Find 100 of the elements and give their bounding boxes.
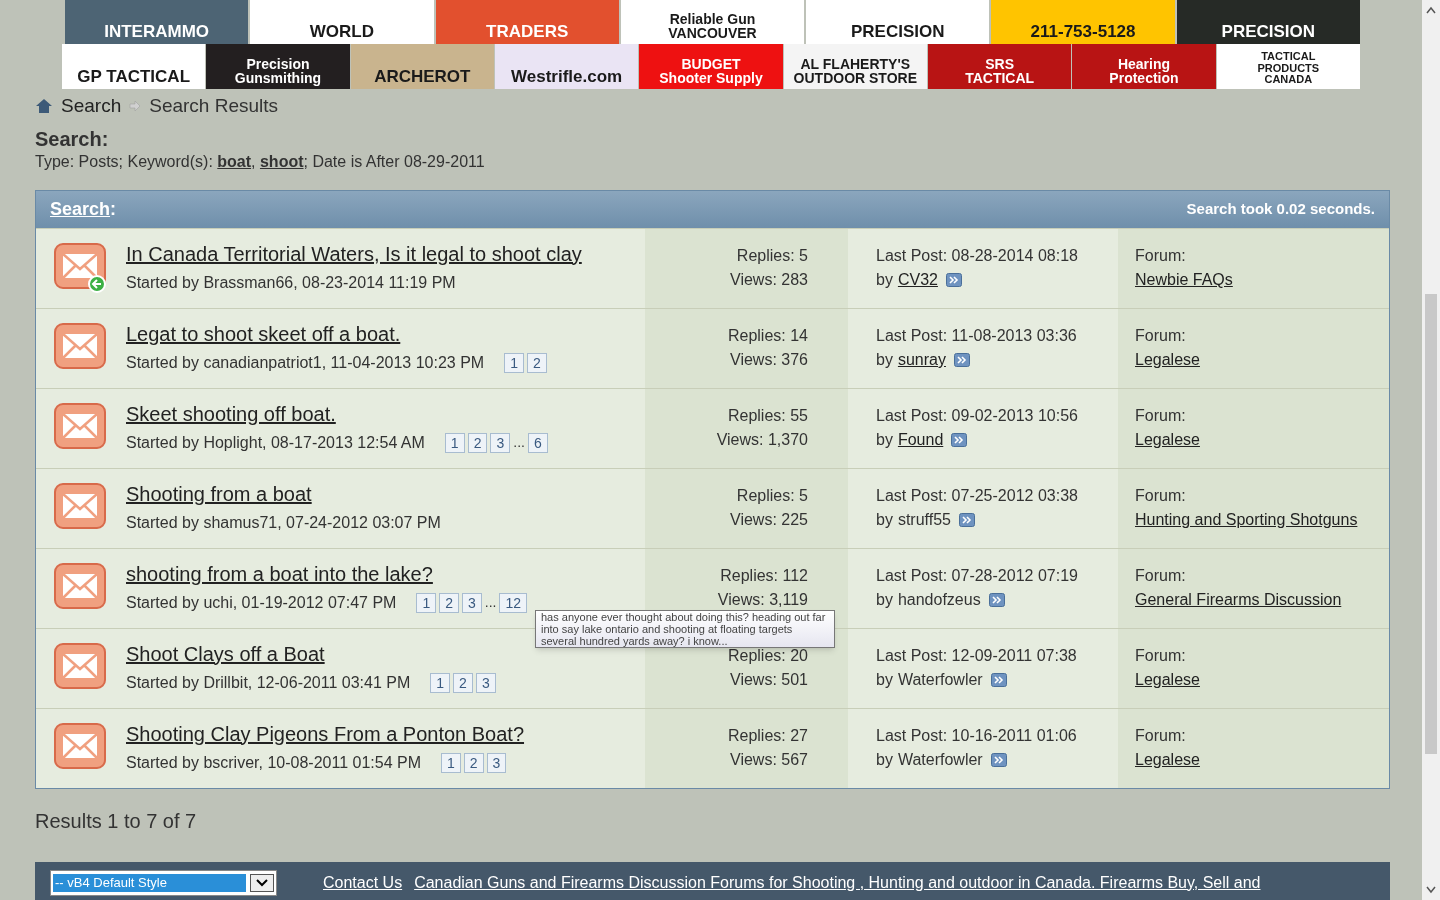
page-link[interactable]: 2 <box>439 593 459 613</box>
colon-text: : <box>110 198 117 219</box>
replies-count: Replies: 20 <box>727 646 808 666</box>
last-poster-link[interactable]: struff55 <box>897 508 951 532</box>
forum-link[interactable]: General Firearms Discussion <box>1135 588 1389 612</box>
banner-text: BUDGET <box>681 56 741 72</box>
go-to-post-icon[interactable] <box>951 433 968 447</box>
views-count: Views: 567 <box>730 750 808 770</box>
last-post-date: Last Post: 12-09-2011 07:38 <box>876 646 1078 666</box>
page-link[interactable]: 1 <box>441 752 461 773</box>
last-poster-link[interactable]: sunray <box>897 348 946 372</box>
ad-banner[interactable]: INTERAMMO <box>65 0 249 44</box>
ad-banner[interactable]: AL FLAHERTY'S OUTDOOR STORE <box>783 44 927 89</box>
go-to-post-icon[interactable] <box>945 273 962 287</box>
forum-label: Forum: <box>1135 326 1187 346</box>
ad-banner[interactable]: PRECISION <box>806 0 990 44</box>
banner-text: CANADA <box>1264 74 1313 86</box>
ad-banner[interactable]: GP TACTICAL <box>62 44 206 89</box>
page-link[interactable]: 12 <box>499 593 528 613</box>
banner-text: Protection <box>1109 71 1179 86</box>
breadcrumb-link[interactable]: Search <box>61 92 122 121</box>
thread-starter-text: Started by Hoplight, 08-17-2013 12:54 AM <box>126 432 425 453</box>
thread-title-link[interactable]: Skeet shooting off boat. <box>126 401 645 427</box>
last-poster-link[interactable]: CV32 <box>897 268 938 292</box>
forum-link[interactable]: Hunting and Sporting Shotguns <box>1135 508 1389 532</box>
page-link[interactable]: 2 <box>463 752 484 773</box>
ad-banner[interactable]: WORLD <box>250 0 434 44</box>
thread-title-link[interactable]: shooting from a boat into the lake? <box>126 561 645 587</box>
forum-link[interactable]: Legalese <box>1135 668 1389 692</box>
ad-banner[interactable]: TACTICAL PRODUCTS CANADA <box>1216 44 1360 89</box>
forum-label: Forum: <box>1135 646 1187 666</box>
page-link[interactable]: 3 <box>490 433 511 453</box>
go-to-post-icon[interactable] <box>959 513 975 527</box>
forum-link[interactable]: Legalese <box>1135 748 1389 772</box>
page-link[interactable]: 1 <box>430 672 451 693</box>
ad-banner[interactable]: BUDGET Shooter Supply <box>639 44 783 89</box>
forum-label: Forum: <box>1135 406 1187 426</box>
views-count: Views: 225 <box>730 510 808 530</box>
page-link[interactable]: 3 <box>462 593 482 613</box>
thread-title-link[interactable]: Shooting from a boat <box>126 481 645 507</box>
scroll-up-icon[interactable] <box>1426 6 1436 14</box>
ad-banner[interactable]: ARCHEROT <box>350 44 494 89</box>
ad-banner[interactable]: Precision Gunsmithing <box>206 44 350 89</box>
views-count: Views: 283 <box>730 270 808 290</box>
ad-banner[interactable]: PRECISION <box>1176 0 1360 44</box>
banner-text: TRADERS <box>486 23 569 41</box>
banner-text: ARCHEROT <box>374 68 471 86</box>
forum-link[interactable]: Legalese <box>1135 348 1389 372</box>
banner-text: WORLD <box>309 23 375 41</box>
page-link[interactable]: 3 <box>486 752 507 773</box>
banner-text: PRODUCTS <box>1257 62 1320 75</box>
forum-link[interactable]: Newbie FAQs <box>1135 268 1389 292</box>
banner-text: INTERAMMO <box>104 23 210 41</box>
replies-count: Replies: 27 <box>727 726 808 746</box>
last-poster-link[interactable]: Waterfowler <box>897 668 983 692</box>
thread-starter-text: Started by uchi, 01-19-2012 07:47 PM <box>126 592 397 613</box>
last-poster-link[interactable]: Found <box>897 428 944 452</box>
page-link[interactable]: 1 <box>416 593 437 613</box>
go-to-post-icon[interactable] <box>953 353 970 367</box>
tooltip: has anyone ever thought about doing this? heading out far into say lake ontario and shooting at floating targets several hundred yards away? i know... <box>535 610 835 648</box>
ad-banner[interactable]: SRS TACTICAL <box>927 44 1072 89</box>
ad-banner[interactable]: TRADERS <box>435 0 619 44</box>
scrollbar-thumb[interactable] <box>1425 294 1437 754</box>
thread-title-link[interactable]: In Canada Territorial Waters, Is it legal to shoot clay <box>126 241 645 267</box>
page-link[interactable]: 2 <box>526 352 547 373</box>
thread-title-link[interactable]: Shooting Clay Pigeons From a Ponton Boat? <box>126 721 645 747</box>
forum-link[interactable]: Legalese <box>1135 428 1389 452</box>
page-link[interactable]: 1 <box>504 352 524 373</box>
page-link[interactable]: 1 <box>444 433 465 453</box>
page-link[interactable]: 2 <box>467 433 488 453</box>
banner-text: Westrifle.com <box>511 68 623 86</box>
thread-starter-text: Started by Drillbit, 12-06-2011 03:41 PM <box>126 672 411 693</box>
footer-link[interactable]: Canadian Guns and Firearms Discussion Forums for Shooting , Hunting and outdoor in Canada. Firearms Buy, Sell and <box>414 872 1261 892</box>
go-to-post-icon[interactable] <box>988 593 1005 607</box>
last-post-date: Last Post: 11-08-2013 03:36 <box>876 326 1078 346</box>
ad-banner[interactable]: Westrifle.com <box>495 44 639 89</box>
thread-title-link[interactable]: Legat to shoot skeet off a boat. <box>126 321 645 347</box>
by-text: by <box>876 590 893 610</box>
banner-text: PRECISION <box>851 23 945 41</box>
forum-label: Forum: <box>1135 486 1187 506</box>
scroll-down-icon[interactable] <box>1426 886 1436 894</box>
banner-text: Shooter Supply <box>659 71 763 86</box>
last-post-date: Last Post: 07-25-2012 03:38 <box>876 486 1079 506</box>
replies-count: Replies: 55 <box>727 406 808 426</box>
page-link[interactable]: 2 <box>453 672 473 693</box>
ad-banner[interactable]: Hearing Protection <box>1072 44 1216 89</box>
page-link[interactable]: 3 <box>475 672 496 693</box>
last-poster-link[interactable]: Waterfowler <box>897 748 983 772</box>
go-to-post-icon[interactable] <box>990 753 1007 767</box>
forum-label: Forum: <box>1135 566 1187 586</box>
last-poster-link[interactable]: handofzeus <box>897 588 981 612</box>
by-text: by <box>876 270 893 290</box>
page-link[interactable]: 6 <box>527 433 548 453</box>
views-count: Views: 501 <box>730 670 808 690</box>
banner-text: PRECISION <box>1221 23 1316 41</box>
go-to-post-icon[interactable] <box>990 673 1007 687</box>
home-icon[interactable] <box>35 98 53 115</box>
footer-link[interactable]: Contact Us <box>323 872 403 892</box>
ad-banner[interactable]: 211-753-5128 <box>991 0 1175 44</box>
ad-banner[interactable]: Reliable Gun VANCOUVER <box>620 0 805 44</box>
